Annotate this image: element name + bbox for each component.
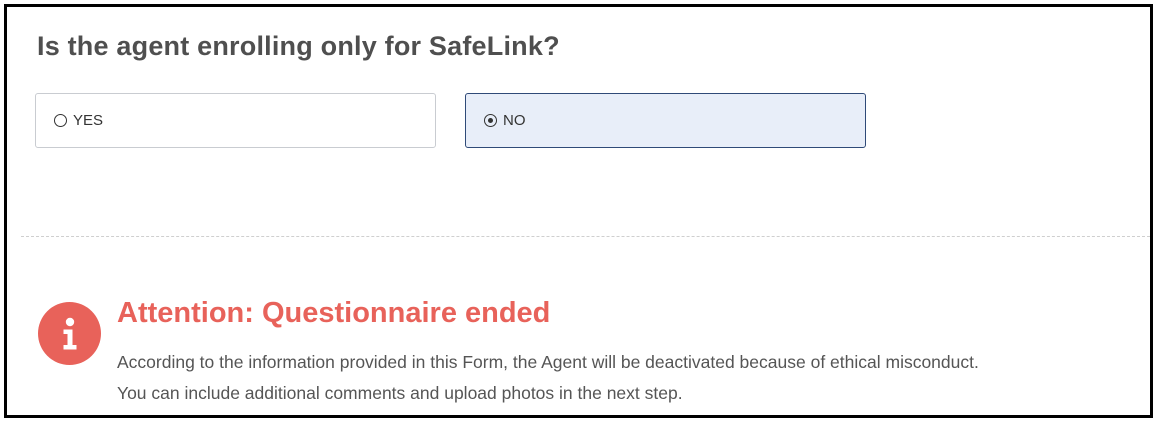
option-no-label: NO <box>503 112 526 129</box>
question-title: Is the agent enrolling only for SafeLink… <box>37 31 560 61</box>
info-icon <box>38 302 101 365</box>
section-divider <box>21 236 1150 237</box>
option-yes-label: YES <box>73 112 104 129</box>
alert-message-line-2: You can include additional comments and … <box>117 383 683 403</box>
option-yes[interactable]: YES <box>35 93 436 148</box>
radio-checked-icon[interactable] <box>484 114 497 127</box>
questionnaire-panel: Is the agent enrolling only for SafeLink… <box>4 4 1153 418</box>
alert-message: According to the information provided in… <box>117 347 979 409</box>
radio-unchecked-icon[interactable] <box>54 114 67 127</box>
option-no[interactable]: NO <box>465 93 866 148</box>
alert-title: Attention: Questionnaire ended <box>117 297 551 329</box>
alert-message-line-1: According to the information provided in… <box>117 352 979 372</box>
